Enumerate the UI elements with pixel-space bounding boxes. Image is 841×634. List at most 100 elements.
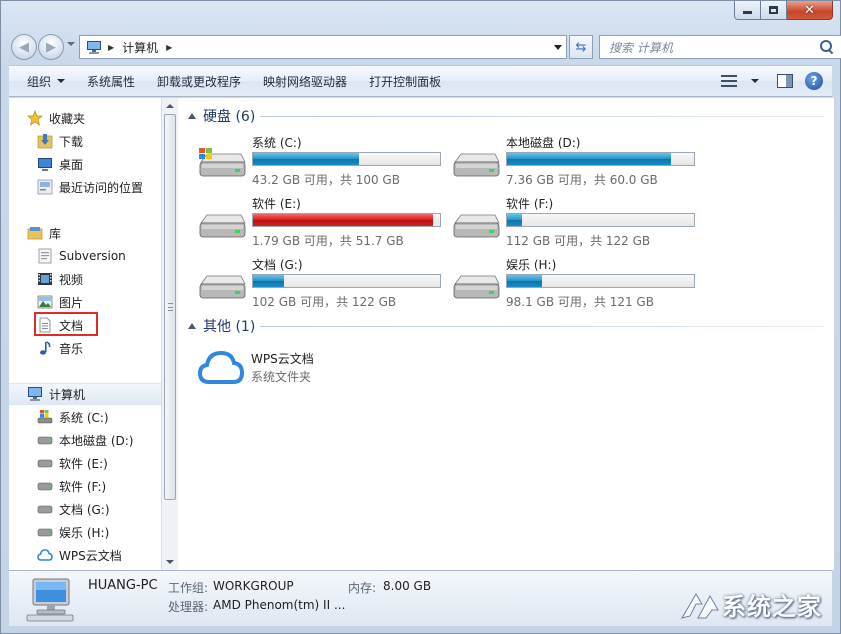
nav-drive-h-label: 娱乐 (H:): [59, 525, 110, 540]
preview-pane-icon[interactable]: [777, 74, 793, 88]
nav-drive-c[interactable]: 系统 (C:): [37, 406, 161, 428]
arrow-right-icon: ▶: [46, 39, 56, 55]
drive-free-space: 43.2 GB 可用，共 100 GB: [252, 173, 400, 187]
breadcrumb-separator-icon[interactable]: ▶: [108, 43, 114, 52]
maximize-button[interactable]: [761, 1, 787, 20]
drive-item[interactable]: 娱乐 (H:) 98.1 GB 可用，共 121 GB: [451, 256, 701, 312]
drive-name: 娱乐 (H:): [506, 258, 557, 272]
open-control-panel-button[interactable]: 打开控制面板: [358, 73, 452, 90]
star-icon: [27, 110, 43, 126]
downloads-folder-icon: [37, 134, 53, 149]
drive-icon: [37, 482, 53, 491]
drive-icon: [453, 214, 500, 238]
search-input[interactable]: 搜索 计算机: [600, 39, 819, 56]
processor-label: 处理器:: [168, 600, 209, 614]
drive-item[interactable]: 本地磁盘 (D:) 7.36 GB 可用，共 60.0 GB: [451, 134, 701, 190]
computer-icon: [26, 578, 74, 622]
drive-name: 软件 (F:): [506, 197, 554, 211]
scroll-thumb[interactable]: [164, 114, 176, 500]
computer-icon: [87, 40, 101, 54]
wps-cloud-item[interactable]: WPS云文档 系统文件夹: [197, 346, 397, 390]
memory-label: 内存:: [348, 581, 377, 595]
nav-favorites[interactable]: 收藏夹: [27, 107, 161, 129]
recent-places-icon: [37, 179, 53, 195]
nav-libraries[interactable]: 库: [27, 222, 161, 244]
view-dropdown-icon[interactable]: [751, 79, 759, 83]
drive-usage-fill: [507, 153, 671, 165]
chevron-down-icon: [57, 79, 66, 83]
nav-videos-label: 视频: [59, 272, 84, 287]
drive-icon: [199, 214, 246, 238]
nav-drive-f[interactable]: 软件 (F:): [37, 475, 161, 497]
system-properties-button[interactable]: 系统属性: [76, 73, 146, 90]
video-icon: [38, 273, 52, 285]
subversion-library-icon: [38, 248, 52, 264]
address-dropdown-icon[interactable]: [554, 45, 562, 50]
group-divider: [260, 116, 824, 117]
nav-music[interactable]: 音乐: [37, 337, 161, 359]
back-button[interactable]: ◀: [11, 34, 37, 60]
drive-icon: [453, 275, 500, 299]
nav-music-label: 音乐: [59, 341, 84, 356]
change-view-icon[interactable]: [721, 75, 737, 87]
refresh-button[interactable]: ⇆: [569, 35, 593, 59]
nav-drive-d[interactable]: 本地磁盘 (D:): [37, 429, 161, 451]
scroll-down-icon[interactable]: [166, 560, 174, 564]
nav-computer[interactable]: 计算机: [9, 383, 161, 405]
drive-icon: [199, 275, 246, 299]
drive-item[interactable]: 软件 (E:) 1.79 GB 可用，共 51.7 GB: [197, 195, 447, 251]
maximize-icon: [769, 6, 778, 14]
nav-drive-e-label: 软件 (E:): [59, 456, 108, 471]
cloud-icon: [197, 350, 245, 384]
minimize-button[interactable]: [734, 1, 761, 20]
help-icon[interactable]: ?: [805, 72, 823, 90]
drive-icon: [37, 528, 53, 537]
watermark: 系统之家: [676, 587, 822, 622]
nav-subversion-label: Subversion: [59, 249, 126, 263]
nav-drive-g[interactable]: 文档 (G:): [37, 498, 161, 520]
breadcrumb-separator-icon[interactable]: ▶: [166, 43, 172, 52]
nav-scrollbar[interactable]: [161, 98, 178, 570]
drive-name: 软件 (E:): [252, 197, 301, 211]
group-header-hard-drives[interactable]: 硬盘 (6): [188, 106, 255, 126]
nav-subversion[interactable]: Subversion: [37, 245, 161, 267]
navigation-pane: 收藏夹 下载 桌面 最近访问的位置 库 Subversion 视频 图片 文档 …: [9, 98, 161, 570]
breadcrumb-computer[interactable]: 计算机: [122, 39, 158, 56]
drive-item[interactable]: 软件 (F:) 112 GB 可用，共 122 GB: [451, 195, 701, 251]
nav-desktop-label: 桌面: [59, 157, 84, 172]
nav-wps-cloud[interactable]: WPS云文档: [37, 544, 161, 566]
drive-item[interactable]: 系统 (C:) 43.2 GB 可用，共 100 GB: [197, 134, 447, 190]
drive-item[interactable]: 文档 (G:) 102 GB 可用，共 122 GB: [197, 256, 447, 312]
close-button[interactable]: ✕: [787, 1, 833, 20]
pictures-icon: [37, 295, 53, 309]
minimize-icon: [743, 11, 752, 14]
nav-desktop[interactable]: 桌面: [37, 153, 161, 175]
wps-cloud-type: 系统文件夹: [251, 370, 312, 384]
drive-usage-fill: [507, 214, 523, 226]
forward-button[interactable]: ▶: [38, 34, 64, 60]
nav-downloads[interactable]: 下载: [37, 130, 161, 152]
drive-name: 文档 (G:): [252, 258, 303, 272]
nav-videos[interactable]: 视频: [37, 268, 161, 290]
drive-usage-bar: [506, 152, 695, 166]
organize-button[interactable]: 组织: [9, 73, 76, 90]
nav-libraries-label: 库: [49, 226, 62, 241]
scroll-up-icon[interactable]: [166, 104, 174, 108]
recent-pages-dropdown[interactable]: [67, 42, 75, 46]
uninstall-program-button[interactable]: 卸载或更改程序: [146, 73, 252, 90]
system-drive-icon: [199, 148, 246, 177]
nav-drive-h[interactable]: 娱乐 (H:): [37, 521, 161, 543]
search-box[interactable]: 搜索 计算机: [599, 35, 841, 59]
drive-usage-bar: [252, 274, 441, 288]
nav-recent-places[interactable]: 最近访问的位置: [37, 176, 161, 198]
drive-icon: [37, 436, 53, 445]
map-network-drive-button[interactable]: 映射网络驱动器: [252, 73, 358, 90]
cloud-icon: [37, 549, 53, 561]
close-icon: ✕: [804, 2, 815, 18]
search-icon[interactable]: [819, 39, 835, 55]
nav-drive-e[interactable]: 软件 (E:): [37, 452, 161, 474]
nav-pictures[interactable]: 图片: [37, 291, 161, 313]
group-header-other[interactable]: 其他 (1): [188, 316, 255, 336]
address-bar[interactable]: ▶ 计算机 ▶: [79, 35, 567, 59]
nav-drive-d-label: 本地磁盘 (D:): [59, 433, 134, 448]
